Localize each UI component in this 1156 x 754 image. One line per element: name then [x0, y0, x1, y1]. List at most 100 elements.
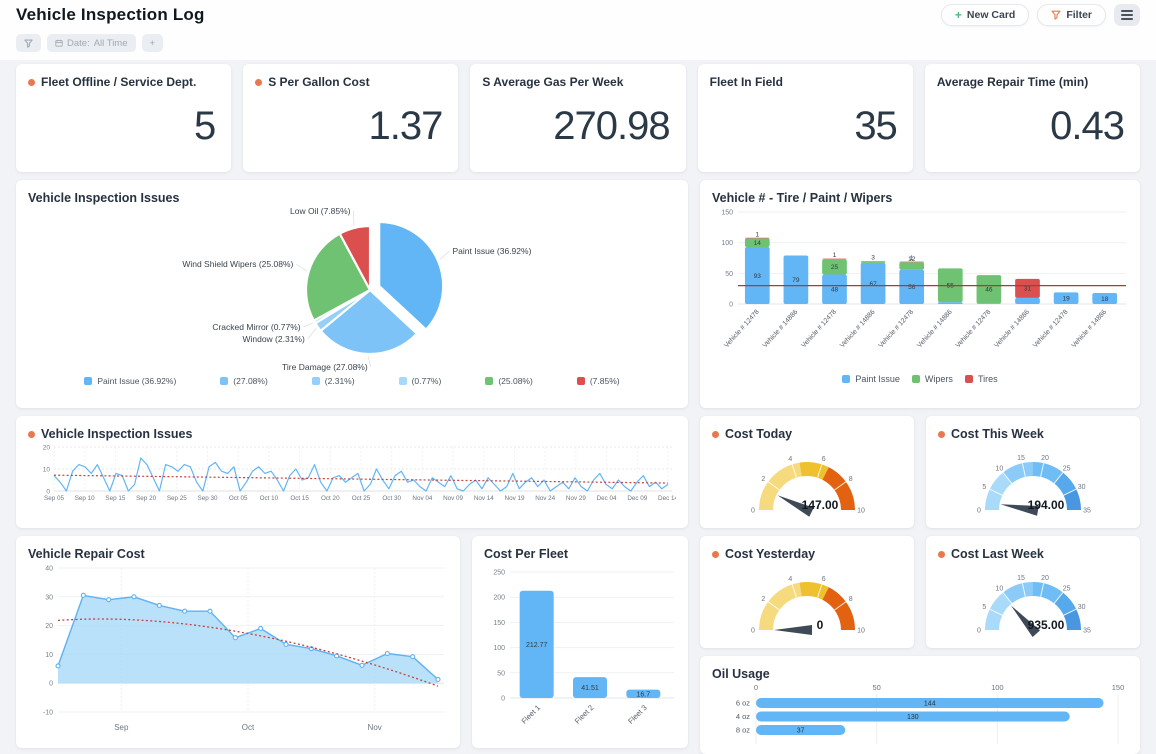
inspection-issues-pie-chart[interactable]: Paint Issue (36.92%)Tire Damage (27.08%)…	[28, 206, 676, 374]
cost-last-week-gauge[interactable]: 05101520253035935.00	[938, 562, 1128, 638]
legend-item[interactable]: Paint Issue	[842, 374, 900, 384]
svg-text:19: 19	[1062, 295, 1070, 302]
date-filter-chip[interactable]: Date: All Time	[47, 34, 136, 52]
svg-text:40: 40	[45, 566, 53, 573]
chart-title: Cost Today	[725, 427, 792, 441]
svg-text:Vehicle # 12478: Vehicle # 12478	[1032, 308, 1070, 349]
svg-text:Oct 20: Oct 20	[321, 495, 340, 502]
card-accent-dot	[255, 79, 262, 86]
cost-this-week-gauge-card: Cost This Week 05101520253035194.00	[926, 416, 1140, 528]
chart-title: Vehicle Inspection Issues	[28, 191, 179, 205]
svg-text:Nov 29: Nov 29	[566, 495, 586, 502]
page-title: Vehicle Inspection Log	[16, 5, 205, 25]
svg-text:Vehicle # 14886: Vehicle # 14886	[916, 308, 954, 349]
filter-button[interactable]: Filter	[1037, 4, 1106, 26]
svg-text:10: 10	[857, 508, 865, 515]
svg-text:20: 20	[43, 445, 51, 452]
kpi-label: S Average Gas Per Week	[482, 75, 623, 89]
svg-text:6 oz: 6 oz	[736, 699, 750, 708]
svg-text:50: 50	[497, 670, 505, 677]
kpi-card-average-gas: S Average Gas Per Week 270.98	[470, 64, 685, 172]
kpi-row: Fleet Offline / Service Dept. 5 S Per Ga…	[16, 64, 1140, 172]
svg-text:Nov 09: Nov 09	[443, 495, 463, 502]
svg-text:5: 5	[982, 484, 986, 491]
legend-item[interactable]: (25.08%)	[485, 376, 533, 386]
svg-text:Nov 14: Nov 14	[474, 495, 494, 502]
legend-label: Tires	[978, 374, 998, 384]
chart-title: Vehicle # - Tire / Paint / Wipers	[712, 191, 892, 205]
svg-text:Vehicle # 14886: Vehicle # 14886	[762, 308, 800, 349]
legend-label: Paint Issue	[855, 374, 900, 384]
legend-swatch	[220, 377, 228, 385]
add-filter-chip[interactable]: +	[142, 34, 164, 52]
cost-this-week-gauge[interactable]: 05101520253035194.00	[938, 442, 1128, 518]
svg-text:Cracked Mirror (0.77%): Cracked Mirror (0.77%)	[212, 322, 300, 332]
svg-text:Sep: Sep	[114, 723, 129, 732]
svg-text:150: 150	[721, 210, 733, 217]
svg-text:212.77: 212.77	[526, 642, 548, 649]
chart-title: Cost Yesterday	[725, 547, 815, 561]
cost-today-gauge[interactable]: 0246810147.00	[712, 442, 902, 518]
svg-text:0: 0	[977, 628, 981, 635]
card-accent-dot	[28, 79, 35, 86]
inspection-issues-line-chart[interactable]: 01020Sep 05Sep 10Sep 15Sep 20Sep 25Sep 3…	[28, 442, 676, 516]
svg-text:Low Oil (7.85%): Low Oil (7.85%)	[290, 206, 351, 216]
svg-text:25: 25	[1063, 465, 1071, 472]
svg-text:-10: -10	[43, 710, 53, 717]
kpi-card-avg-repair-time: Average Repair Time (min) 0.43	[925, 64, 1140, 172]
svg-text:Vehicle # 14886: Vehicle # 14886	[993, 308, 1031, 349]
legend-item[interactable]: (2.31%)	[312, 376, 355, 386]
row-2: Vehicle Inspection Issues Paint Issue (3…	[16, 180, 1140, 408]
chart-title: Vehicle Inspection Issues	[41, 427, 192, 441]
menu-button[interactable]	[1114, 4, 1140, 26]
legend-swatch	[399, 377, 407, 385]
legend-swatch	[965, 375, 973, 383]
svg-text:25: 25	[831, 264, 839, 271]
card-accent-dot	[712, 551, 719, 558]
legend-item[interactable]: Tires	[965, 374, 998, 384]
legend-swatch	[842, 375, 850, 383]
cost-per-fleet-chart[interactable]: 050100150200250212.77Fleet 141.51Fleet 2…	[484, 562, 676, 736]
kpi-card-per-gallon-cost: S Per Gallon Cost 1.37	[243, 64, 458, 172]
svg-text:Vehicle # 12478: Vehicle # 12478	[878, 308, 916, 349]
inspection-issues-line-card: Vehicle Inspection Issues 01020Sep 05Sep…	[16, 416, 688, 528]
svg-text:93: 93	[754, 273, 762, 280]
vehicle-stacked-bar-chart[interactable]: 05010015093141Vehicle # 1247879Vehicle #…	[712, 206, 1128, 374]
legend-item[interactable]: (7.85%)	[577, 376, 620, 386]
svg-text:15: 15	[1017, 575, 1025, 582]
svg-text:67: 67	[869, 281, 877, 288]
legend-swatch	[312, 377, 320, 385]
vehicle-repair-cost-chart[interactable]: -10010203040SepOctNov	[28, 562, 448, 736]
filter-chip[interactable]	[16, 34, 41, 52]
svg-text:100: 100	[991, 683, 1004, 692]
legend-item[interactable]: (0.77%)	[399, 376, 442, 386]
cost-per-fleet-card: Cost Per Fleet 050100150200250212.77Flee…	[472, 536, 688, 748]
new-card-button[interactable]: + New Card	[941, 4, 1029, 26]
kpi-label: Fleet In Field	[710, 75, 783, 89]
svg-text:100: 100	[721, 240, 733, 247]
pie-legend: Paint Issue (36.92%) (27.08%) (2.31%) (0.77…	[28, 376, 676, 386]
svg-text:8: 8	[849, 476, 853, 483]
kpi-value: 35	[854, 104, 897, 149]
svg-text:Nov 04: Nov 04	[412, 495, 432, 502]
row-3: Vehicle Inspection Issues 01020Sep 05Sep…	[16, 416, 1140, 528]
svg-text:Vehicle # 14886: Vehicle # 14886	[839, 308, 877, 349]
svg-text:Oct: Oct	[242, 723, 255, 732]
row-4: Vehicle Repair Cost -10010203040SepOctNo…	[16, 536, 1140, 754]
svg-text:Window (2.31%): Window (2.31%)	[242, 334, 305, 344]
svg-text:37: 37	[797, 728, 805, 735]
svg-text:0: 0	[817, 618, 824, 632]
legend-item[interactable]: (27.08%)	[220, 376, 268, 386]
legend-item[interactable]: Paint Issue (36.92%)	[84, 376, 176, 386]
svg-text:14: 14	[754, 240, 762, 247]
svg-text:0: 0	[751, 628, 755, 635]
svg-text:35: 35	[1083, 628, 1091, 635]
legend-item[interactable]: Wipers	[912, 374, 953, 384]
header-actions: + New Card Filter	[941, 4, 1140, 26]
svg-text:20: 20	[1041, 455, 1049, 462]
new-card-label: New Card	[967, 9, 1015, 21]
card-accent-dot	[28, 431, 35, 438]
legend-swatch	[485, 377, 493, 385]
cost-yesterday-gauge[interactable]: 02468100	[712, 562, 902, 638]
oil-usage-chart[interactable]: 0501001506 oz1444 oz1308 oz37	[712, 682, 1128, 744]
